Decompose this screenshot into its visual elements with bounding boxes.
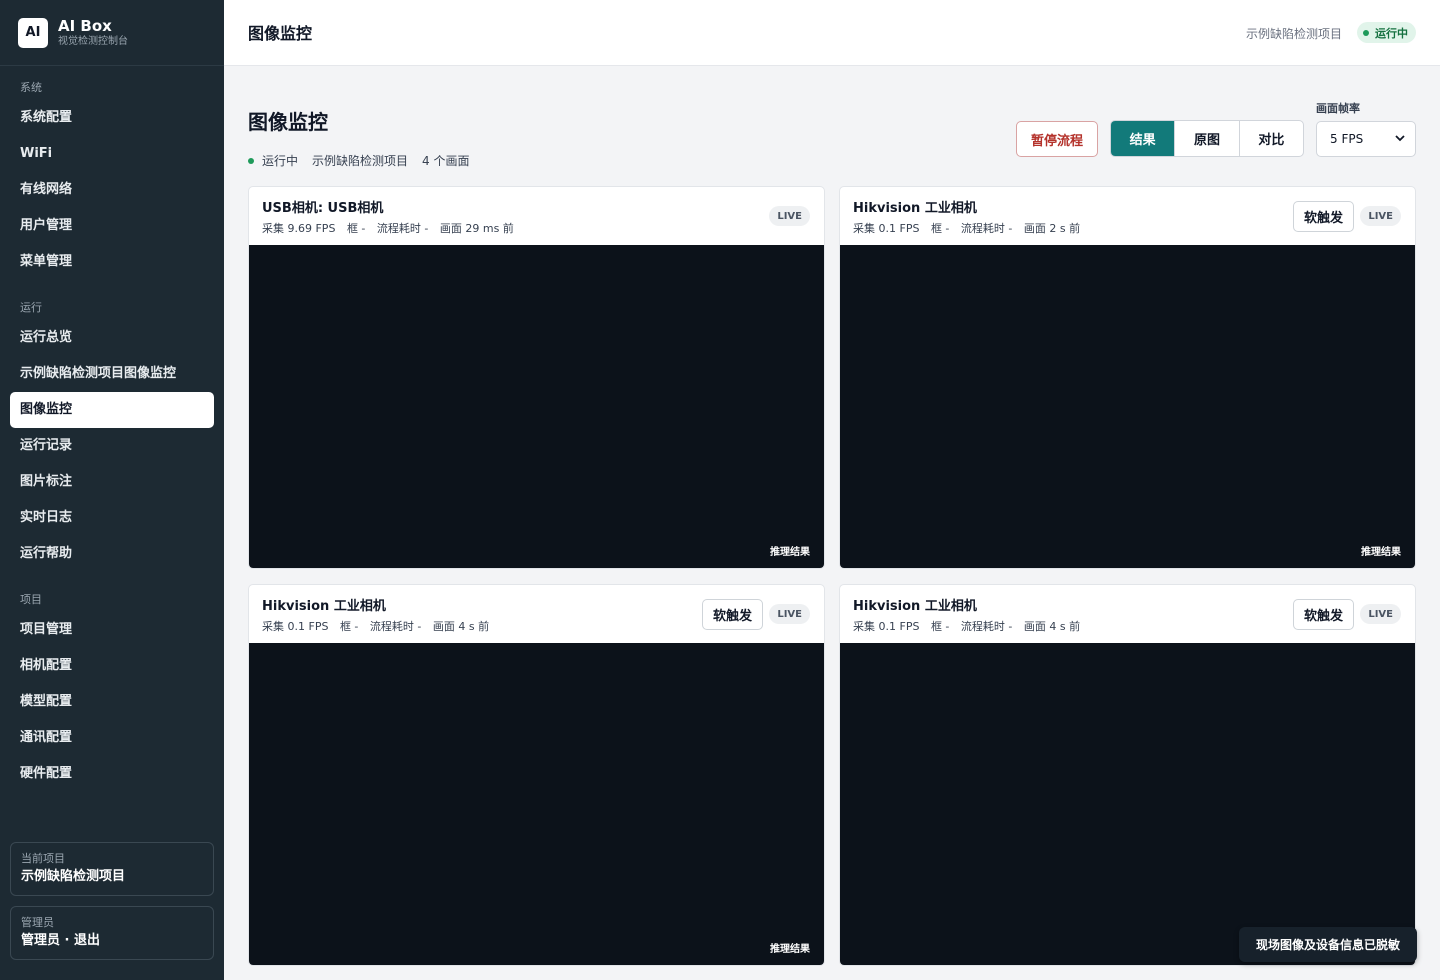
sidebar-item-project-management[interactable]: 项目管理 <box>10 612 214 648</box>
sidebar-item-camera-config[interactable]: 相机配置 <box>10 648 214 684</box>
page-title: 图像监控 <box>248 110 328 134</box>
camera-viewport[interactable]: 推理结果 <box>249 643 824 965</box>
camera-frame-age: 画面 4 s 前 <box>432 620 490 633</box>
camera-latency: 流程耗时 - <box>960 222 1013 235</box>
sidebar-item-menu-management[interactable]: 菜单管理 <box>10 244 214 280</box>
fps-select[interactable]: 5 FPS <box>1316 121 1416 157</box>
fps-label: 画面帧率 <box>1316 102 1360 115</box>
sidebar-item-realtime-log[interactable]: 实时日志 <box>10 500 214 536</box>
view-mode-toggle: 结果 原图 对比 <box>1110 120 1304 157</box>
camera-title: USB相机: USB相机 <box>262 201 384 216</box>
live-badge: LIVE <box>769 604 810 624</box>
inference-result-label: 推理结果 <box>770 944 810 955</box>
camera-frame-age: 画面 29 ms 前 <box>439 222 514 235</box>
topbar: 图像监控 示例缺陷检测项目 运行中 <box>224 0 1440 66</box>
camera-boxes: 框 - <box>930 222 950 235</box>
sidebar-item-run-records[interactable]: 运行记录 <box>10 428 214 464</box>
current-project-label: 当前项目 <box>21 852 65 865</box>
sidebar-item-image-annotation[interactable]: 图片标注 <box>10 464 214 500</box>
inference-result-label: 推理结果 <box>770 547 810 558</box>
camera-viewport[interactable]: 推理结果 <box>840 245 1415 568</box>
user-role-label: 管理员 <box>21 916 54 929</box>
camera-fps: 采集 0.1 FPS <box>853 620 920 633</box>
camera-stats: 采集 9.69 FPS 框 - 流程耗时 - 画面 29 ms 前 <box>262 220 522 236</box>
camera-latency: 流程耗时 - <box>369 620 422 633</box>
sidebar-item-hardware-config[interactable]: 硬件配置 <box>10 756 214 792</box>
soft-trigger-button[interactable]: 软触发 <box>1292 599 1354 630</box>
view-mode-compare[interactable]: 对比 <box>1238 121 1303 156</box>
camera-title: Hikvision 工业相机 <box>853 599 977 614</box>
camera-latency: 流程耗时 - <box>960 620 1013 633</box>
view-mode-original[interactable]: 原图 <box>1174 121 1238 156</box>
brand: AI AI Box 视觉检测控制台 <box>0 0 224 66</box>
camera-stats: 采集 0.1 FPS 框 - 流程耗时 - 画面 4 s 前 <box>853 618 1088 634</box>
soft-trigger-button[interactable]: 软触发 <box>701 599 763 630</box>
camera-stats: 采集 0.1 FPS 框 - 流程耗时 - 画面 2 s 前 <box>853 220 1088 236</box>
sidebar-item-wired-network[interactable]: 有线网络 <box>10 172 214 208</box>
camera-card: Hikvision 工业相机 采集 0.1 FPS 框 - 流程耗时 - 画面 … <box>839 584 1416 966</box>
brand-title: AI Box <box>58 16 112 35</box>
sidebar-item-image-monitor[interactable]: 图像监控 <box>10 392 214 428</box>
sidebar: AI AI Box 视觉检测控制台 系统 系统配置 WiFi 有线网络 用户管理… <box>0 0 224 980</box>
brand-logo: AI <box>18 17 48 48</box>
status-badge: 运行中 <box>1357 22 1416 43</box>
running-dot-icon <box>248 157 254 164</box>
sidebar-item-model-config[interactable]: 模型配置 <box>10 684 214 720</box>
camera-boxes: 框 - <box>346 222 366 235</box>
sidebar-item-comm-config[interactable]: 通讯配置 <box>10 720 214 756</box>
live-badge: LIVE <box>1360 604 1401 624</box>
camera-card: USB相机: USB相机 采集 9.69 FPS 框 - 流程耗时 - 画面 2… <box>248 186 825 569</box>
camera-viewport[interactable]: 推理结果 <box>249 245 824 568</box>
nav-section-project: 项目 <box>20 593 42 606</box>
view-mode-result[interactable]: 结果 <box>1111 121 1175 156</box>
camera-card: Hikvision 工业相机 采集 0.1 FPS 框 - 流程耗时 - 画面 … <box>839 186 1416 569</box>
page-meta: 运行中 示例缺陷检测项目 4 个画面 <box>248 152 483 169</box>
camera-card: Hikvision 工业相机 采集 0.1 FPS 框 - 流程耗时 - 画面 … <box>248 584 825 966</box>
current-project-card: 当前项目 示例缺陷检测项目 <box>10 842 214 896</box>
topbar-title: 图像监控 <box>248 24 313 43</box>
camera-viewport[interactable] <box>840 643 1415 965</box>
camera-frame-age: 画面 4 s 前 <box>1023 620 1081 633</box>
camera-fps: 采集 0.1 FPS <box>853 222 920 235</box>
sidebar-item-run-help[interactable]: 运行帮助 <box>10 536 214 572</box>
status-badge-label: 运行中 <box>1375 26 1408 40</box>
pause-flow-button[interactable]: 暂停流程 <box>1016 121 1098 157</box>
camera-title: Hikvision 工业相机 <box>262 599 386 614</box>
camera-boxes: 框 - <box>339 620 359 633</box>
topbar-project: 示例缺陷检测项目 <box>1245 27 1342 41</box>
sidebar-item-user-management[interactable]: 用户管理 <box>10 208 214 244</box>
current-project-value: 示例缺陷检测项目 <box>21 869 126 884</box>
privacy-toast: 现场图像及设备信息已脱敏 <box>1239 927 1417 962</box>
meta-count: 4 个画面 <box>422 154 470 168</box>
user-card[interactable]: 管理员 管理员 · 退出 <box>10 906 214 960</box>
camera-title: Hikvision 工业相机 <box>853 201 977 216</box>
chevron-down-icon <box>1395 135 1405 142</box>
sidebar-item-project-monitor[interactable]: 示例缺陷检测项目图像监控 <box>10 356 214 392</box>
nav-section-run: 运行 <box>20 301 42 314</box>
camera-boxes: 框 - <box>930 620 950 633</box>
meta-status: 运行中 <box>262 154 299 168</box>
camera-fps: 采集 0.1 FPS <box>262 620 329 633</box>
live-badge: LIVE <box>769 206 810 226</box>
live-badge: LIVE <box>1360 206 1401 226</box>
camera-latency: 流程耗时 - <box>376 222 429 235</box>
camera-frame-age: 画面 2 s 前 <box>1023 222 1081 235</box>
soft-trigger-button[interactable]: 软触发 <box>1292 201 1354 232</box>
sidebar-item-run-overview[interactable]: 运行总览 <box>10 320 214 356</box>
meta-project: 示例缺陷检测项目 <box>312 154 409 168</box>
sidebar-item-wifi[interactable]: WiFi <box>10 136 214 172</box>
sidebar-item-system-config[interactable]: 系统配置 <box>10 100 214 136</box>
camera-stats: 采集 0.1 FPS 框 - 流程耗时 - 画面 4 s 前 <box>262 618 497 634</box>
fps-select-value: 5 FPS <box>1330 132 1364 146</box>
user-logout-link[interactable]: 管理员 · 退出 <box>21 931 203 951</box>
brand-subtitle: 视觉检测控制台 <box>58 35 128 47</box>
nav-section-system: 系统 <box>20 81 42 94</box>
camera-fps: 采集 9.69 FPS <box>262 222 336 235</box>
status-dot-icon <box>1363 29 1369 36</box>
inference-result-label: 推理结果 <box>1361 547 1401 558</box>
